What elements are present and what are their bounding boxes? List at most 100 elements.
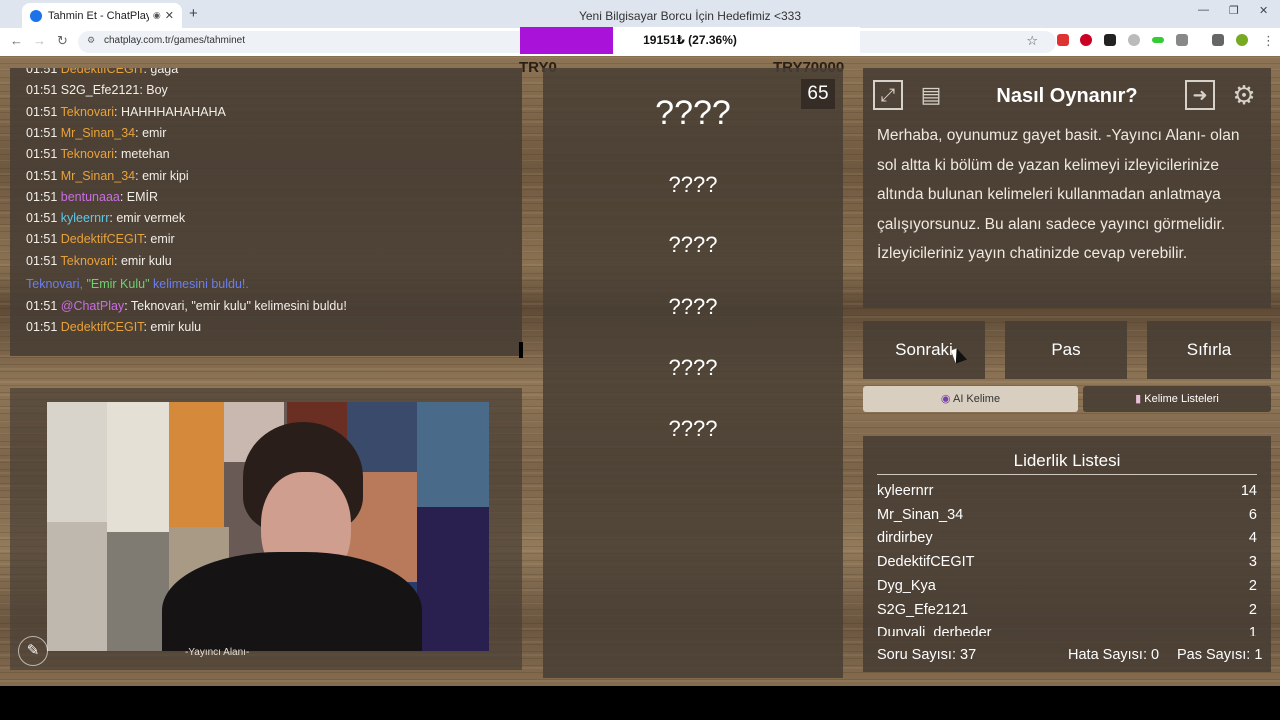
message-user: Mr_Sinan_34 [60,125,136,140]
poster [47,522,107,651]
webcam-video [47,402,489,651]
leaderboard-name: dirdirbey [877,530,933,547]
close-tab-icon[interactable]: ✕ [165,9,174,22]
leaderboard-name: Dunyali_derbeder [877,625,992,636]
pencil-icon[interactable]: ✎ [18,636,48,666]
forbidden-word: ???? [668,294,718,319]
divider [519,342,523,358]
leaderboard-row: DedektifCEGIT 3 [877,554,1257,570]
main-word: ???? [655,94,731,132]
leaderboard-score: 4 [1248,530,1257,547]
gear-icon[interactable]: ⚙ [1229,80,1259,110]
message-time: 01:51 [26,189,58,204]
system-message-user: Teknovari, [26,277,87,291]
poster [107,532,169,651]
system-message-word: "Emir Kulu" [86,277,150,291]
leaderboard-row: kyleernrr 14 [877,483,1257,499]
word-lists-button[interactable]: ▮ Kelime Listeleri [1083,386,1271,412]
message-time: 01:51 [26,68,58,76]
leaderboard-row: dirdirbey 4 [877,530,1257,546]
bookmark-star-icon[interactable]: ☆ [1026,33,1038,49]
media-icon[interactable] [1212,34,1224,46]
message-text: : metehan [114,147,170,162]
goal-title: Yeni Bilgisayar Borcu İçin Hedefimiz <33… [578,9,801,23]
leaderboard-score: 3 [1248,554,1257,571]
site-info-icon[interactable]: ⚙ [87,35,95,46]
chat-message: 01:51 Teknovari: emir kulu [26,254,172,268]
url-text: chatplay.com.tr/games/tahminet [104,35,245,46]
forward-icon[interactable]: → [33,33,46,48]
leaderboard-row: S2G_Efe2121 2 [877,602,1257,618]
extension-icon[interactable] [1080,34,1092,46]
reload-icon[interactable]: ↻ [57,33,68,49]
message-text: : emir kulu [143,320,202,334]
message-text: : emir [135,125,167,140]
how-to-play-text: Merhaba, oyunumuz gayet basit. -Yayıncı … [877,127,1240,262]
message-user: DedektifCEGIT [60,232,144,247]
leaderboard-row: Dunyali_derbeder 1 [877,625,1257,636]
maximize-icon[interactable]: ❐ [1229,4,1239,17]
message-time: 01:51 [26,147,58,162]
chat-message: 01:51 Teknovari: metehan [26,147,170,161]
profile-avatar-icon[interactable] [1236,34,1248,46]
leaderboard-name: Mr_Sinan_34 [877,506,964,523]
chat-message: 01:51 S2G_Efe2121: Boy [26,83,168,97]
chat-message: 01:51 Mr_Sinan_34: emir [26,126,166,140]
chat-message: 01:51 kyleernrr: emir vermek [26,211,185,225]
leaderboard-name: S2G_Efe2121 [877,601,969,618]
poster [417,402,489,507]
message-text: : Teknovari, "emir kulu" kelimesini buld… [124,299,347,313]
browser-tab[interactable]: Tahmin Et - ChatPlay ◉ ✕ [22,3,182,28]
leaderboard-title: Liderlik Listesi [1013,451,1121,470]
message-text: : emir kulu [114,253,172,268]
error-count: Hata Sayısı: 0 [1068,647,1160,663]
menu-icon[interactable]: ⋮ [1262,33,1275,49]
close-window-icon[interactable]: ✕ [1259,4,1268,17]
message-time: 01:51 [26,320,58,334]
forbidden-word: ???? [668,232,718,257]
system-message-text: kelimesini buldu!. [149,277,249,291]
leaderboard-list[interactable]: kyleernrr 14 Mr_Sinan_34 6 dirdirbey 4 Dedekti… [863,481,1271,636]
reset-button[interactable]: Sıfırla [1147,321,1271,379]
message-text: : emir vermek [109,211,186,226]
message-text: : HAHHHAHAHAHA [114,104,226,119]
bottom-bar [0,686,1280,720]
message-text: : gaga [143,68,179,76]
extensions-puzzle-icon[interactable] [1176,34,1188,46]
leaderboard-divider [877,474,1257,475]
leaderboard-name: Dyg_Kya [877,577,936,594]
chat-message: 01:51 DedektifCEGIT: emir kulu [26,320,201,334]
leaderboard-score: 2 [1248,601,1257,618]
message-text: : emir kipi [135,168,189,183]
chat-message: 01:51 Mr_Sinan_34: emir kipi [26,169,189,183]
extension-icon[interactable] [1057,34,1069,46]
message-user: Teknovari [60,253,115,268]
words-panel: ???? ???? ???? ???? ???? ???? [543,68,843,678]
chat-message: 01:51 bentunaaa: EMİR [26,190,158,204]
message-user: Mr_Sinan_34 [60,168,136,183]
exit-icon[interactable]: ➜ [1185,80,1215,110]
word-lists-label: Kelime Listeleri [1144,393,1219,405]
poster [107,402,169,532]
message-user: DedektifCEGIT [60,320,144,334]
leaderboard-row: Dyg_Kya 2 [877,578,1257,594]
next-button[interactable]: Sonraki [863,321,985,379]
minimize-icon[interactable]: — [1198,4,1209,16]
goal-progress-bar: 19151₺ (27.36%) [520,27,860,54]
pass-button[interactable]: Pas [1005,321,1127,379]
message-user: Teknovari [60,147,115,162]
ai-word-button[interactable]: ◉ AI Kelime [863,386,1078,412]
message-time: 01:51 [26,104,58,119]
new-tab-button[interactable]: + [189,5,198,22]
chat-message: 01:51 DedektifCEGIT: emir [26,232,175,246]
message-user: S2G_Efe2121 [60,83,140,98]
extension-icon[interactable] [1128,34,1140,46]
message-text: : Boy [139,83,168,98]
back-icon[interactable]: ← [10,33,23,48]
forbidden-word: ???? [668,355,718,380]
robot-icon: ◉ [940,393,951,405]
audio-icon[interactable]: ◉ [153,10,161,21]
extension-icon[interactable] [1152,37,1164,43]
message-text: : emir [143,232,175,247]
extension-icon[interactable] [1104,34,1116,46]
